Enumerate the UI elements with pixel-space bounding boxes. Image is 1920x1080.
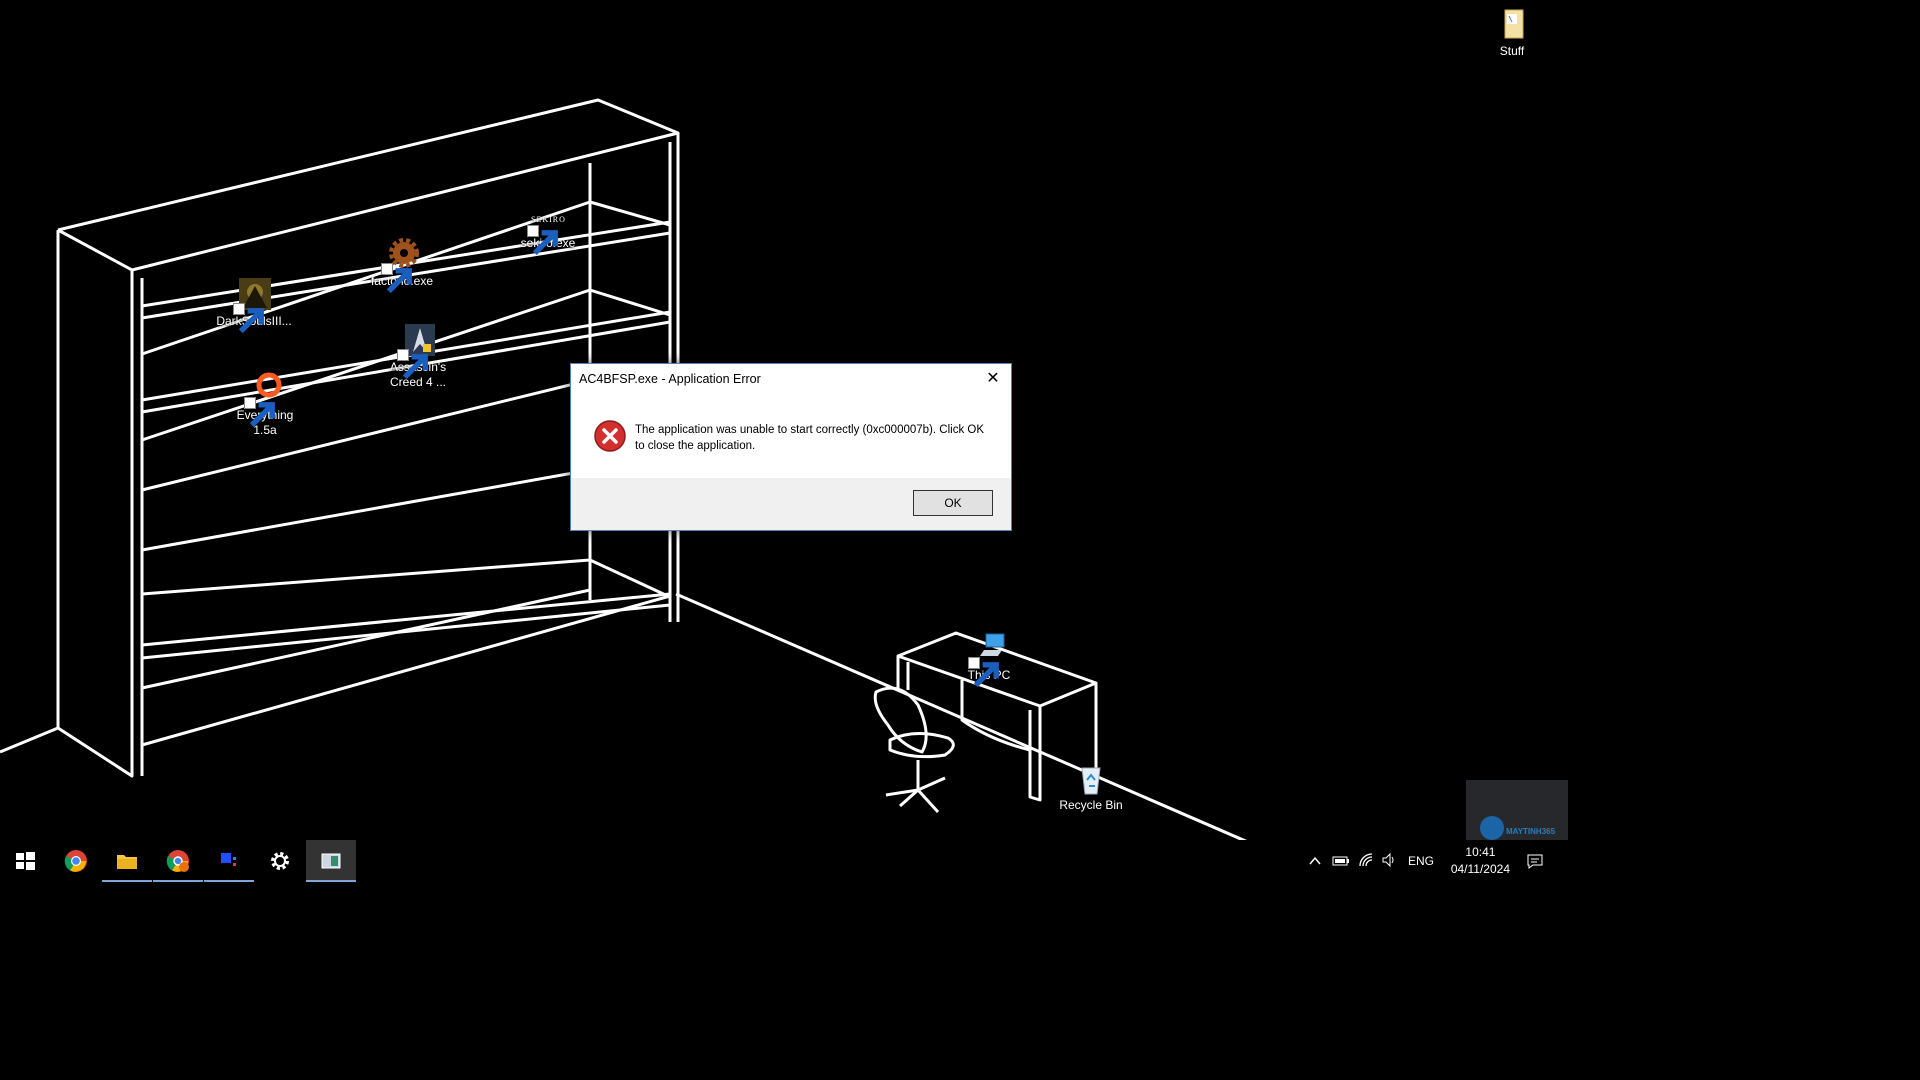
start-button[interactable] <box>0 840 50 882</box>
chrome-profile-icon <box>166 850 189 872</box>
running-indicator <box>153 880 203 882</box>
desktop-icon-everything[interactable]: Everything 1.5a <box>220 372 310 438</box>
shortcut-arrow-icon <box>968 657 999 688</box>
shortcut-arrow-icon <box>397 349 428 380</box>
desktop-icon-assassins-creed[interactable]: Assassin's Creed 4 ... <box>373 324 463 390</box>
error-icon <box>594 420 626 452</box>
desktop-icon-darksouls[interactable]: DarkSoulsIII... <box>209 278 299 334</box>
dialog-footer: OK <box>571 478 1011 530</box>
application-error-dialog: AC4BFSP.exe - Application Error ✕ The ap… <box>570 363 1012 531</box>
taskbar-app[interactable] <box>204 840 254 882</box>
chevron-up-icon[interactable] <box>1308 854 1322 868</box>
darksouls-icon <box>233 278 271 334</box>
desktop-icon-sekiro[interactable]: SEKIRO sekiro.exe <box>503 212 593 256</box>
running-indicator <box>102 880 152 882</box>
desktop-icon-this-pc[interactable]: This PC <box>944 632 1034 688</box>
shortcut-arrow-icon <box>381 263 412 294</box>
assassins-creed-icon <box>397 324 435 380</box>
running-indicator <box>306 880 356 882</box>
battery-icon[interactable] <box>1332 853 1350 869</box>
clock-date: 04/11/2024 <box>1450 862 1510 876</box>
sekiro-icon: SEKIRO <box>527 212 565 256</box>
taskbar: ENG 10:41 04/11/2024 <box>0 840 1568 882</box>
close-button[interactable]: ✕ <box>981 368 1005 390</box>
desktop-icon-label: Stuff <box>1499 44 1525 58</box>
taskbar-chrome[interactable] <box>51 840 101 882</box>
notification-icon[interactable] <box>1526 852 1544 870</box>
taskbar-settings[interactable] <box>255 840 305 882</box>
clock[interactable]: 10:41 04/11/2024 <box>1451 844 1510 878</box>
folder-icon <box>117 855 137 869</box>
shortcut-arrow-icon <box>233 303 264 334</box>
taskbar-chrome-profile[interactable] <box>153 840 203 882</box>
desktop-icon-factorio[interactable]: factorio.exe <box>357 238 447 294</box>
shortcut-arrow-icon <box>244 397 275 428</box>
clock-time: 10:41 <box>1465 845 1496 859</box>
desktop-icon-recycle-bin[interactable]: Recycle Bin <box>1046 762 1136 813</box>
running-indicator <box>204 880 254 882</box>
dialog-title: AC4BFSP.exe - Application Error <box>579 372 761 386</box>
folder-icon <box>1495 8 1529 42</box>
chrome-icon <box>64 850 87 872</box>
language-indicator[interactable]: ENG <box>1408 840 1434 882</box>
desktop-icon-label: Recycle Bin <box>1059 798 1123 812</box>
recycle-bin-icon <box>1074 762 1108 796</box>
desktop-icon-stuff[interactable]: Stuff <box>1467 8 1557 59</box>
ok-button[interactable]: OK <box>913 490 993 516</box>
blue-squares-icon <box>221 853 236 866</box>
wifi-icon[interactable] <box>1358 852 1374 868</box>
windows-logo-icon <box>16 852 35 870</box>
volume-icon[interactable] <box>1381 852 1397 868</box>
svg-text:MAYTINH365: MAYTINH365 <box>1506 827 1556 836</box>
taskbar-file-explorer[interactable] <box>102 840 152 882</box>
gear-icon <box>271 852 289 870</box>
dialog-message: The application was unable to start corr… <box>635 424 984 452</box>
this-pc-icon <box>968 632 1006 688</box>
everything-icon <box>244 372 282 428</box>
factorio-gear-icon <box>381 238 419 294</box>
shortcut-arrow-icon <box>527 225 558 256</box>
taskbar-active-window[interactable] <box>306 840 356 882</box>
window-icon <box>321 853 341 869</box>
